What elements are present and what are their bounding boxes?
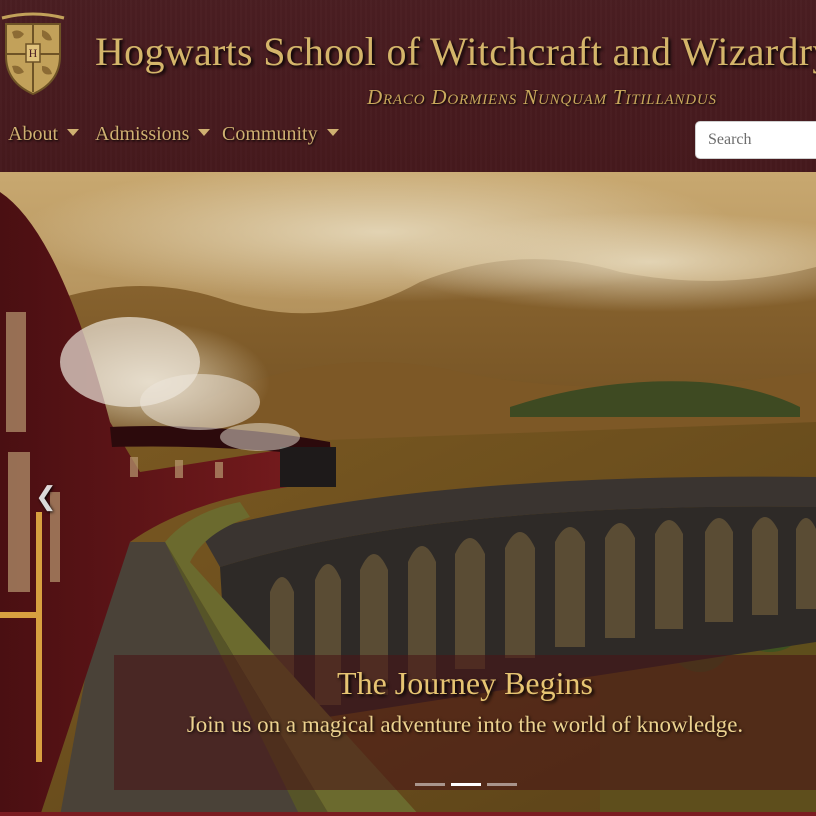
carousel-caption: The Journey Begins Join us on a magical … xyxy=(114,655,816,790)
carousel-indicator-3[interactable] xyxy=(487,783,517,786)
carousel-prev-button[interactable]: ❮ xyxy=(0,172,88,816)
nav-community-dropdown[interactable]: Community xyxy=(222,123,339,146)
svg-text:H: H xyxy=(29,46,38,60)
hero-carousel: ❮ The Journey Begins Join us on a magica… xyxy=(0,172,816,816)
search-input[interactable] xyxy=(695,121,816,159)
slide-text: Join us on a magical adventure into the … xyxy=(186,712,744,737)
caret-down-icon xyxy=(198,129,211,136)
caret-down-icon xyxy=(67,129,79,136)
nav-admissions-dropdown[interactable]: Admissions xyxy=(95,123,211,146)
carousel-indicator-2[interactable] xyxy=(451,783,481,786)
nav-item-label: About xyxy=(8,123,58,145)
school-motto: Draco Dormiens Nunquam Titillandus xyxy=(367,85,717,109)
slide-title: The Journey Begins xyxy=(337,665,593,701)
caret-down-icon xyxy=(326,129,339,136)
nav-item-label: Admissions xyxy=(95,123,190,145)
carousel-indicator-1[interactable] xyxy=(415,783,445,786)
accent-bar xyxy=(0,812,816,816)
chevron-left-icon: ❮ xyxy=(35,482,57,512)
nav-item-label: Community xyxy=(222,123,318,145)
site-title: Hogwarts School of Witchcraft and Wizard… xyxy=(95,29,816,74)
hogwarts-crest-icon[interactable]: H xyxy=(0,10,66,96)
site-header: H Hogwarts School of Witchcraft and Wiza… xyxy=(0,0,816,172)
nav-about-dropdown[interactable]: About xyxy=(8,123,79,146)
